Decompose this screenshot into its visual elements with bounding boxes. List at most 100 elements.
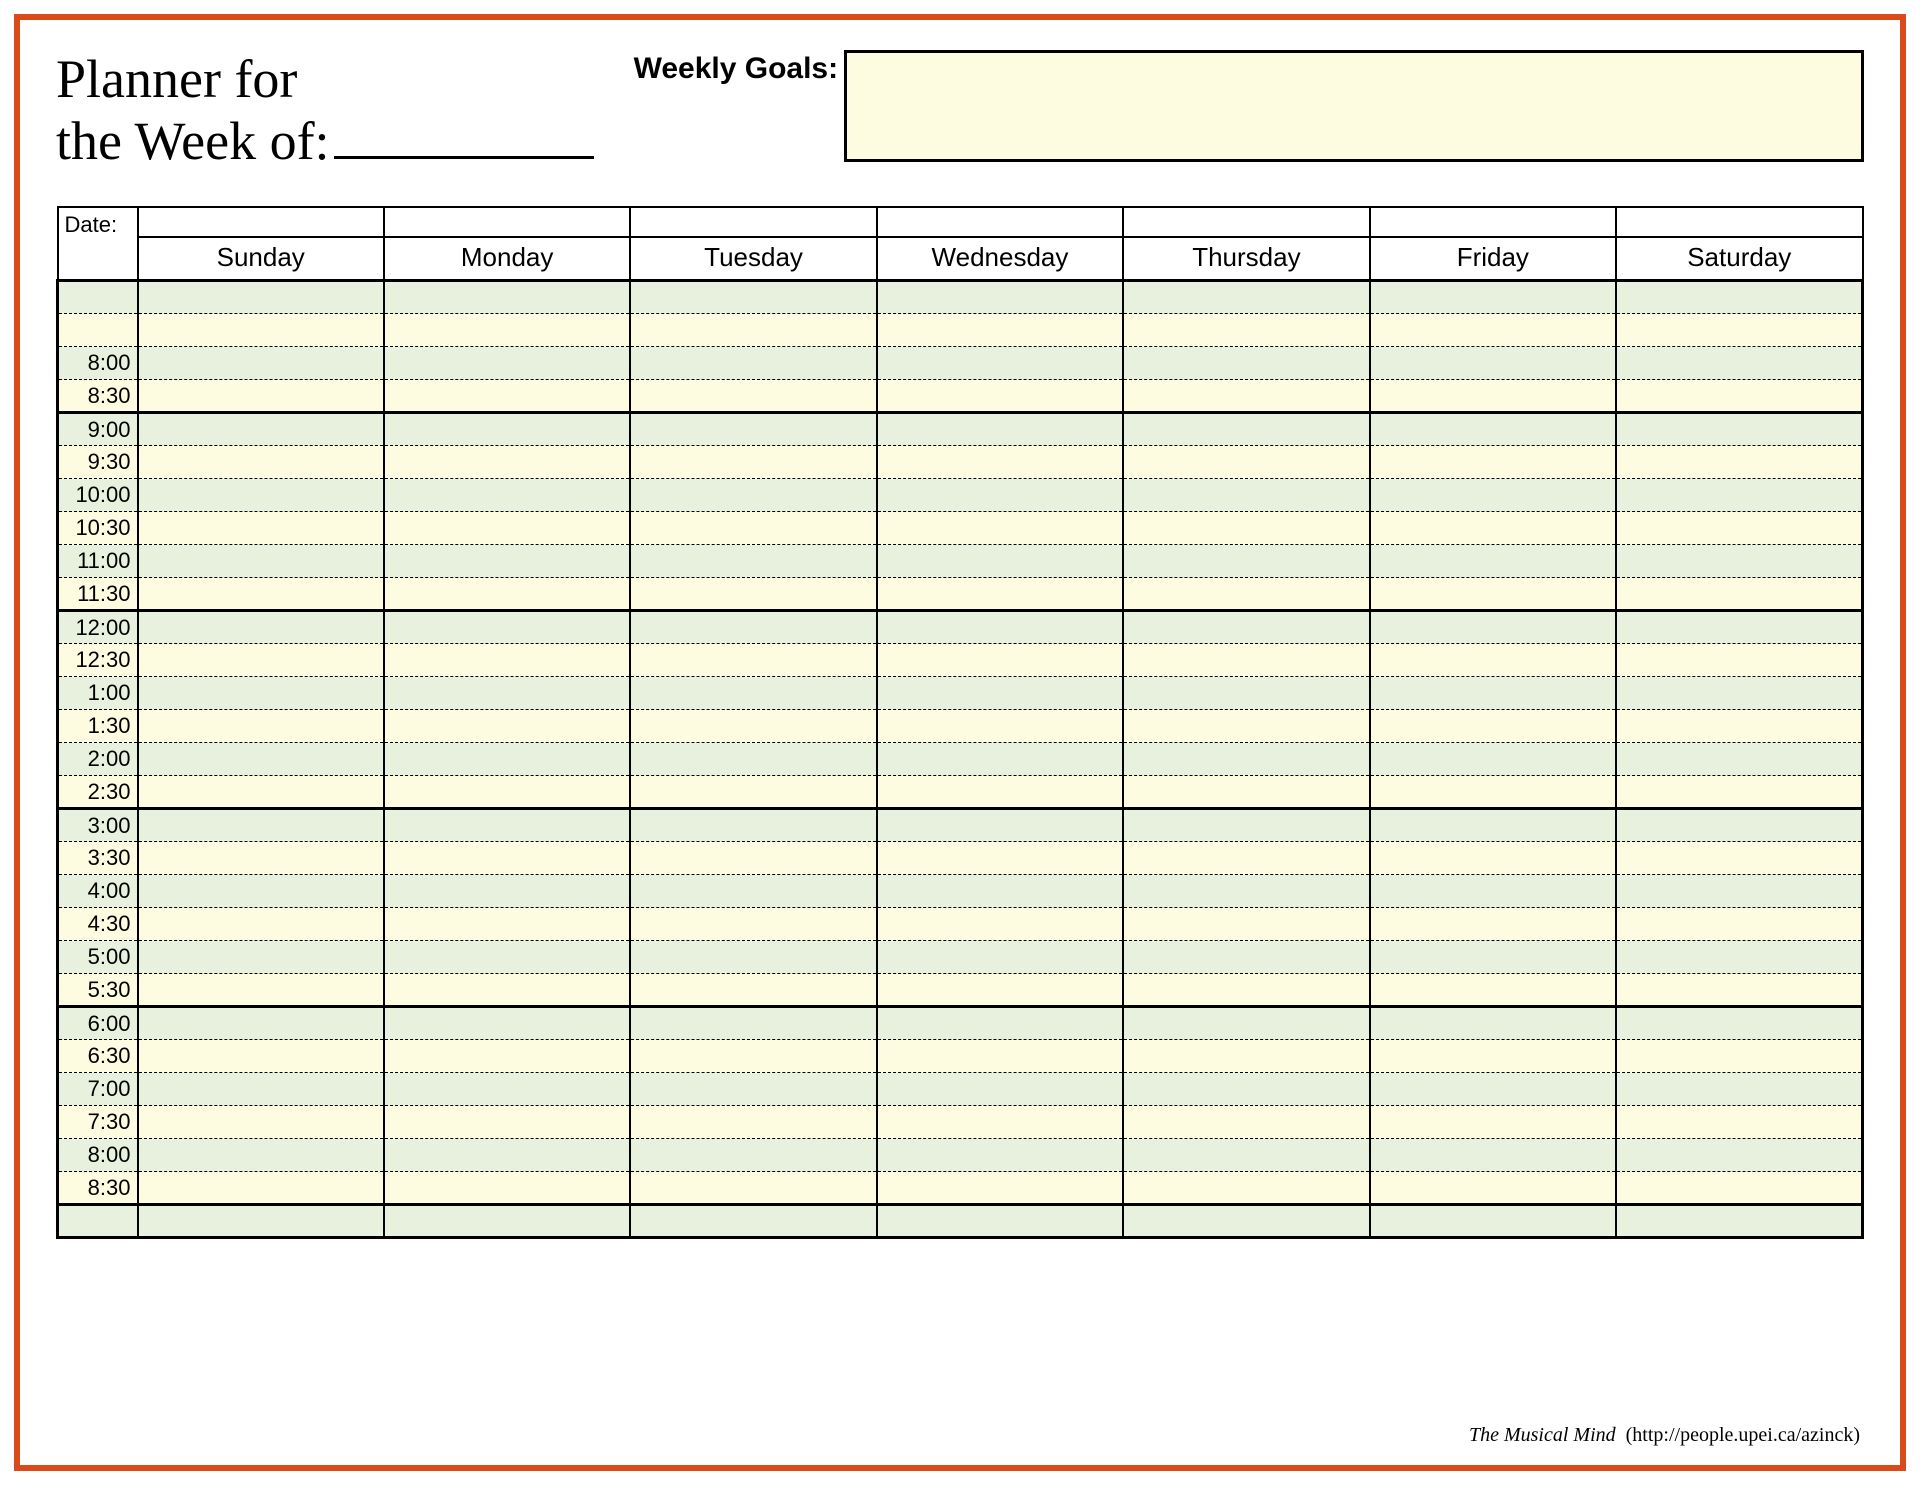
planner-slot[interactable] <box>138 413 384 446</box>
planner-slot[interactable] <box>630 1205 876 1238</box>
planner-slot[interactable] <box>877 479 1123 512</box>
planner-slot[interactable] <box>877 1040 1123 1073</box>
planner-slot[interactable] <box>630 281 876 314</box>
planner-slot[interactable] <box>877 1073 1123 1106</box>
planner-slot[interactable] <box>1616 743 1862 776</box>
planner-slot[interactable] <box>1370 545 1616 578</box>
planner-slot[interactable] <box>1370 578 1616 611</box>
planner-slot[interactable] <box>1123 644 1369 677</box>
planner-slot[interactable] <box>384 413 630 446</box>
planner-slot[interactable] <box>1370 809 1616 842</box>
planner-slot[interactable] <box>1616 1205 1862 1238</box>
planner-slot[interactable] <box>384 677 630 710</box>
planner-slot[interactable] <box>877 611 1123 644</box>
planner-slot[interactable] <box>877 710 1123 743</box>
planner-slot[interactable] <box>1123 1205 1369 1238</box>
planner-slot[interactable] <box>1370 974 1616 1007</box>
planner-slot[interactable] <box>384 347 630 380</box>
planner-slot[interactable] <box>1123 1172 1369 1205</box>
planner-slot[interactable] <box>384 941 630 974</box>
planner-slot[interactable] <box>1123 380 1369 413</box>
planner-slot[interactable] <box>630 512 876 545</box>
planner-slot[interactable] <box>138 314 384 347</box>
planner-slot[interactable] <box>1616 809 1862 842</box>
planner-slot[interactable] <box>1370 677 1616 710</box>
planner-slot[interactable] <box>1616 875 1862 908</box>
planner-slot[interactable] <box>1123 347 1369 380</box>
planner-slot[interactable] <box>138 908 384 941</box>
planner-slot[interactable] <box>877 974 1123 1007</box>
planner-slot[interactable] <box>877 743 1123 776</box>
planner-slot[interactable] <box>877 908 1123 941</box>
planner-slot[interactable] <box>1370 413 1616 446</box>
planner-slot[interactable] <box>1616 512 1862 545</box>
planner-slot[interactable] <box>1616 776 1862 809</box>
planner-slot[interactable] <box>1123 743 1369 776</box>
planner-slot[interactable] <box>630 314 876 347</box>
planner-slot[interactable] <box>877 809 1123 842</box>
planner-slot[interactable] <box>384 776 630 809</box>
planner-slot[interactable] <box>138 776 384 809</box>
planner-slot[interactable] <box>138 347 384 380</box>
planner-slot[interactable] <box>384 908 630 941</box>
planner-slot[interactable] <box>1616 1139 1862 1172</box>
planner-slot[interactable] <box>877 1139 1123 1172</box>
goals-input-box[interactable] <box>844 50 1864 162</box>
planner-slot[interactable] <box>138 479 384 512</box>
planner-slot[interactable] <box>630 1007 876 1040</box>
planner-slot[interactable] <box>877 281 1123 314</box>
planner-slot[interactable] <box>138 875 384 908</box>
planner-slot[interactable] <box>877 413 1123 446</box>
planner-slot[interactable] <box>1123 281 1369 314</box>
planner-slot[interactable] <box>384 578 630 611</box>
planner-slot[interactable] <box>1370 908 1616 941</box>
planner-slot[interactable] <box>1370 644 1616 677</box>
planner-slot[interactable] <box>138 710 384 743</box>
planner-slot[interactable] <box>1370 1106 1616 1139</box>
planner-slot[interactable] <box>384 446 630 479</box>
planner-slot[interactable] <box>384 1007 630 1040</box>
planner-slot[interactable] <box>877 875 1123 908</box>
planner-slot[interactable] <box>630 776 876 809</box>
planner-slot[interactable] <box>630 413 876 446</box>
planner-slot[interactable] <box>138 545 384 578</box>
planner-slot[interactable] <box>1616 842 1862 875</box>
planner-slot[interactable] <box>384 842 630 875</box>
planner-slot[interactable] <box>1616 644 1862 677</box>
planner-slot[interactable] <box>1616 479 1862 512</box>
planner-slot[interactable] <box>877 677 1123 710</box>
planner-slot[interactable] <box>1616 1007 1862 1040</box>
planner-slot[interactable] <box>138 1073 384 1106</box>
planner-slot[interactable] <box>384 1106 630 1139</box>
planner-slot[interactable] <box>1616 1172 1862 1205</box>
planner-slot[interactable] <box>1616 347 1862 380</box>
planner-slot[interactable] <box>630 644 876 677</box>
planner-slot[interactable] <box>630 908 876 941</box>
planner-slot[interactable] <box>1616 545 1862 578</box>
planner-slot[interactable] <box>877 776 1123 809</box>
planner-slot[interactable] <box>384 1073 630 1106</box>
planner-slot[interactable] <box>1123 842 1369 875</box>
planner-slot[interactable] <box>384 281 630 314</box>
planner-slot[interactable] <box>1616 677 1862 710</box>
planner-slot[interactable] <box>1123 1139 1369 1172</box>
planner-slot[interactable] <box>384 1172 630 1205</box>
planner-slot[interactable] <box>1616 578 1862 611</box>
planner-slot[interactable] <box>138 512 384 545</box>
planner-slot[interactable] <box>1123 413 1369 446</box>
planner-slot[interactable] <box>1370 281 1616 314</box>
planner-slot[interactable] <box>384 1040 630 1073</box>
planner-slot[interactable] <box>1616 710 1862 743</box>
planner-slot[interactable] <box>630 1073 876 1106</box>
planner-slot[interactable] <box>1616 380 1862 413</box>
planner-slot[interactable] <box>1123 710 1369 743</box>
planner-slot[interactable] <box>138 677 384 710</box>
planner-slot[interactable] <box>630 380 876 413</box>
planner-slot[interactable] <box>1123 941 1369 974</box>
planner-slot[interactable] <box>384 743 630 776</box>
planner-slot[interactable] <box>1370 743 1616 776</box>
planner-slot[interactable] <box>138 611 384 644</box>
planner-slot[interactable] <box>877 512 1123 545</box>
planner-slot[interactable] <box>1370 1172 1616 1205</box>
planner-slot[interactable] <box>1616 908 1862 941</box>
